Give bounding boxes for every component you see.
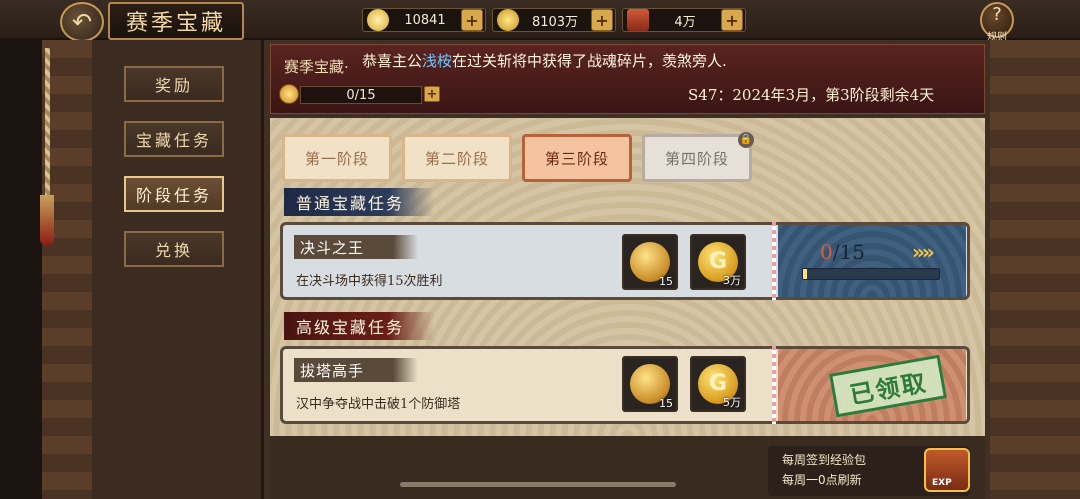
tassel-decor <box>40 195 54 245</box>
back-arrow-icon: ↶ <box>71 8 93 36</box>
season-info: S47：2024年3月，第3阶段剩余4天 <box>688 86 935 104</box>
resource-ticket: 4万 + <box>622 8 746 32</box>
go-arrow-icon[interactable]: »» <box>912 240 935 264</box>
progress-done: 0 <box>820 240 833 264</box>
task-name: 拔塔高手 <box>294 358 418 382</box>
section-advanced-tasks: 高级宝藏任务 <box>284 312 434 340</box>
task-description: 汉中争夺战中击破1个防御塔 <box>296 397 461 412</box>
resource-value: 10841 <box>404 12 446 28</box>
reward-qty: 5万 <box>723 396 741 409</box>
resource-value: 4万 <box>674 14 696 30</box>
tab-stage-3[interactable]: 第三阶段 <box>522 134 632 182</box>
sidebar-item-stage-tasks[interactable]: 阶段任务 <box>124 176 224 212</box>
weekly-subtitle: 每周一0点刷新 <box>782 473 862 487</box>
add-progress-button[interactable]: + <box>424 86 440 102</box>
tab-stage-1[interactable]: 第一阶段 <box>282 134 392 182</box>
task-progress-bar <box>802 268 940 280</box>
page-title: 赛季宝藏 <box>108 2 244 40</box>
reward-slot[interactable]: 3万 <box>690 234 746 290</box>
resource-silver: 10841 + <box>362 8 486 32</box>
add-gold-button[interactable]: + <box>591 9 613 31</box>
sidebar-item-rewards[interactable]: 奖励 <box>124 66 224 102</box>
reward-slot[interactable]: 15 <box>622 356 678 412</box>
treasure-progress: 0/15 <box>300 86 422 104</box>
marquee-prefix: 恭喜主公 <box>362 52 423 70</box>
divider <box>772 222 776 300</box>
resource-gold: 8103万 + <box>492 8 616 32</box>
back-button[interactable]: ↶ <box>60 2 104 42</box>
ticket-icon <box>627 9 649 31</box>
task-description: 在决斗场中获得15次胜利 <box>296 274 443 289</box>
rope-decor <box>45 48 50 198</box>
marquee-suffix: 在过关斩将中获得了战魂碎片，羡煞旁人. <box>452 52 727 70</box>
gold-coin-icon <box>497 9 519 31</box>
task-progress-count: 0/15 <box>820 240 865 264</box>
help-icon: ? <box>992 4 1002 25</box>
panel-title: 赛季宝藏· <box>284 58 349 76</box>
task-progress-fill <box>803 269 807 279</box>
section-normal-tasks: 普通宝藏任务 <box>284 188 434 216</box>
tab-stage-4[interactable]: 第四阶段 <box>642 134 752 182</box>
tab-stage-2[interactable]: 第二阶段 <box>402 134 512 182</box>
reward-qty: 15 <box>659 397 673 410</box>
reward-slot[interactable]: 15 <box>622 234 678 290</box>
divider <box>772 346 776 424</box>
reward-qty: 15 <box>659 275 673 288</box>
task-progress-panel <box>778 225 966 297</box>
marquee-player-name: 浅桉 <box>422 52 453 70</box>
treasure-token-icon <box>279 84 299 104</box>
progress-total: /15 <box>832 240 865 264</box>
lock-icon: 🔒 <box>738 132 754 148</box>
sidebar <box>92 40 264 499</box>
weekly-title: 每周签到经验包 <box>782 453 867 467</box>
sidebar-item-treasure-tasks[interactable]: 宝藏任务 <box>124 121 224 157</box>
scrollbar[interactable] <box>400 482 676 487</box>
right-decor <box>990 40 1080 499</box>
marquee-announcement: 恭喜主公浅桉在过关斩将中获得了战魂碎片，羡煞旁人. <box>362 50 727 71</box>
task-name: 决斗之王 <box>294 235 418 259</box>
resource-value: 8103万 <box>531 14 579 30</box>
add-silver-button[interactable]: + <box>461 9 483 31</box>
chest-label: EXP <box>932 478 952 488</box>
reward-slot[interactable]: 5万 <box>690 356 746 412</box>
silver-ingot-icon <box>367 9 389 31</box>
reward-qty: 3万 <box>723 274 741 287</box>
add-ticket-button[interactable]: + <box>721 9 743 31</box>
sidebar-item-exchange[interactable]: 兑换 <box>124 231 224 267</box>
